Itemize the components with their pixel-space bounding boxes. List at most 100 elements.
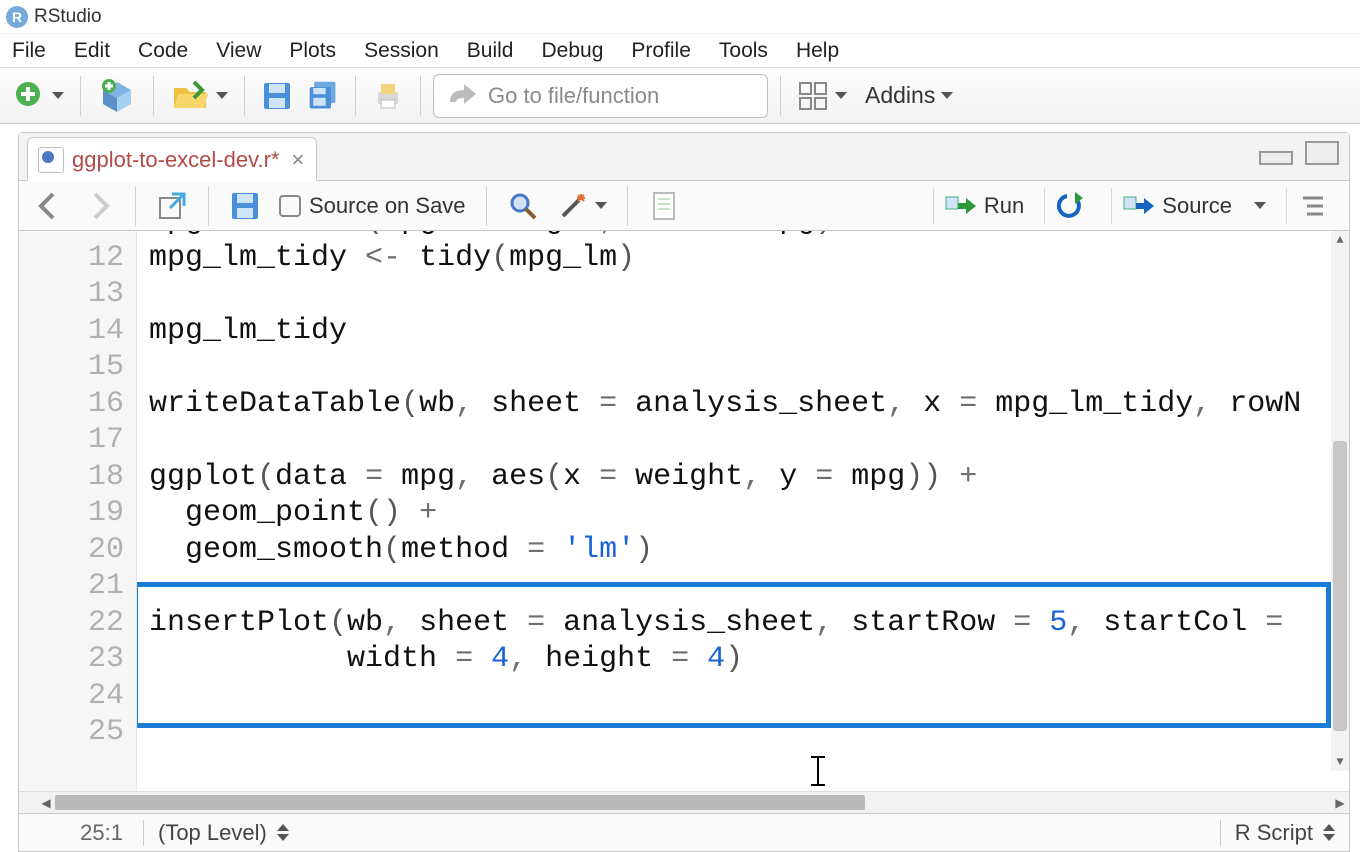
vertical-scroll-thumb[interactable] bbox=[1333, 441, 1347, 731]
source-button[interactable]: Source bbox=[1111, 188, 1276, 224]
compile-report-button[interactable] bbox=[644, 188, 684, 224]
line-number: 25 bbox=[19, 714, 124, 751]
toolbar-separator bbox=[627, 186, 628, 226]
scroll-left-arrow[interactable]: ◀ bbox=[37, 792, 55, 813]
new-project-button[interactable] bbox=[93, 76, 141, 116]
code-line[interactable] bbox=[137, 422, 1349, 459]
menu-debug[interactable]: Debug bbox=[527, 36, 617, 66]
chevron-down-icon bbox=[835, 92, 847, 99]
new-file-button[interactable] bbox=[10, 76, 68, 116]
scope-label: (Top Level) bbox=[158, 820, 267, 846]
grid-icon bbox=[797, 80, 829, 112]
text-cursor bbox=[817, 756, 819, 786]
arrow-right-icon bbox=[83, 190, 115, 222]
code-line[interactable] bbox=[137, 349, 1349, 386]
addins-label: Addins bbox=[865, 82, 935, 109]
menu-view[interactable]: View bbox=[202, 36, 275, 66]
filetype-selector[interactable]: R Script bbox=[1220, 820, 1335, 846]
toolbar-separator bbox=[244, 76, 245, 116]
magnifier-icon bbox=[507, 190, 539, 222]
horizontal-scrollbar[interactable]: ◀ ▶ bbox=[19, 791, 1349, 813]
scope-selector[interactable]: (Top Level) bbox=[143, 820, 303, 846]
toolbar-separator bbox=[135, 186, 136, 226]
line-number: 23 bbox=[19, 641, 124, 678]
notebook-icon bbox=[648, 190, 680, 222]
window-titlebar: R RStudio bbox=[0, 0, 1360, 34]
line-number: 17 bbox=[19, 422, 124, 459]
horizontal-scroll-thumb[interactable] bbox=[55, 795, 865, 810]
toolbar-separator bbox=[355, 76, 356, 116]
line-number: 18 bbox=[19, 459, 124, 496]
menu-profile[interactable]: Profile bbox=[617, 36, 705, 66]
chevron-down-icon bbox=[595, 202, 607, 209]
code-line[interactable]: mpg_lm <- lm(mpg ~ weight, data = mpg) bbox=[137, 231, 1349, 240]
code-line[interactable]: width = 4, height = 4) bbox=[137, 641, 1349, 678]
floppy-icon bbox=[261, 80, 293, 112]
new-plus-icon bbox=[14, 80, 46, 112]
floppy-icon bbox=[229, 190, 261, 222]
code-line[interactable] bbox=[137, 276, 1349, 313]
code-line[interactable]: insertPlot(wb, sheet = analysis_sheet, s… bbox=[137, 605, 1349, 642]
code-line[interactable]: mpg_lm_tidy bbox=[137, 313, 1349, 350]
maximize-pane-icon[interactable] bbox=[1305, 141, 1339, 165]
printer-icon bbox=[372, 80, 404, 112]
menu-help[interactable]: Help bbox=[782, 36, 853, 66]
source-toolbar: Source on Save Run Source bbox=[19, 181, 1349, 231]
editor-tab[interactable]: ggplot-to-excel-dev.r* × bbox=[27, 137, 317, 181]
toolbar-separator bbox=[420, 76, 421, 116]
code-line[interactable]: mpg_lm_tidy <- tidy(mpg_lm) bbox=[137, 240, 1349, 277]
code-line[interactable] bbox=[137, 568, 1349, 605]
close-tab-button[interactable]: × bbox=[291, 147, 304, 173]
source-on-save-label: Source on Save bbox=[309, 193, 466, 219]
rerun-icon bbox=[1057, 190, 1089, 222]
grid-button[interactable] bbox=[793, 76, 851, 116]
toolbar-separator bbox=[208, 186, 209, 226]
source-editor-pane: ggplot-to-excel-dev.r* × Source on Save bbox=[18, 132, 1350, 852]
scroll-down-arrow[interactable]: ▼ bbox=[1331, 753, 1349, 771]
code-line[interactable]: writeDataTable(wb, sheet = analysis_shee… bbox=[137, 386, 1349, 423]
show-in-new-window-button[interactable] bbox=[152, 188, 192, 224]
code-line[interactable]: ggplot(data = mpg, aes(x = weight, y = m… bbox=[137, 459, 1349, 496]
print-button[interactable] bbox=[368, 76, 408, 116]
nav-back-button[interactable] bbox=[29, 188, 69, 224]
save-button[interactable] bbox=[257, 76, 297, 116]
menu-tools[interactable]: Tools bbox=[705, 36, 782, 66]
chevron-down-icon bbox=[941, 92, 953, 99]
line-number: 15 bbox=[19, 349, 124, 386]
code-editor[interactable]: 111213141516171819202122232425 mpg_lm <-… bbox=[19, 231, 1349, 791]
goto-file-input[interactable]: Go to file/function bbox=[433, 74, 768, 118]
code-lines[interactable]: mpg_lm <- lm(mpg ~ weight, data = mpg)mp… bbox=[137, 231, 1349, 791]
menu-plots[interactable]: Plots bbox=[275, 36, 350, 66]
menu-file[interactable]: File bbox=[4, 36, 60, 66]
line-number: 13 bbox=[19, 276, 124, 313]
scroll-up-arrow[interactable]: ▲ bbox=[1331, 231, 1349, 249]
line-number: 14 bbox=[19, 313, 124, 350]
minimize-pane-icon[interactable] bbox=[1259, 151, 1293, 165]
addins-dropdown[interactable]: Addins bbox=[857, 82, 961, 109]
outline-button[interactable] bbox=[1286, 188, 1339, 224]
menu-code[interactable]: Code bbox=[124, 36, 202, 66]
open-file-button[interactable] bbox=[166, 76, 232, 116]
code-line[interactable]: geom_point() + bbox=[137, 495, 1349, 532]
source-on-save-toggle[interactable]: Source on Save bbox=[275, 188, 470, 224]
code-line[interactable] bbox=[137, 714, 1349, 751]
cursor-position: 25:1 bbox=[33, 820, 143, 846]
rerun-button[interactable] bbox=[1044, 188, 1101, 224]
code-line[interactable]: geom_smooth(method = 'lm') bbox=[137, 532, 1349, 569]
line-number: 21 bbox=[19, 568, 124, 605]
nav-forward-button[interactable] bbox=[79, 188, 119, 224]
vertical-scrollbar[interactable]: ▲ ▼ bbox=[1331, 231, 1349, 771]
find-replace-button[interactable] bbox=[503, 188, 543, 224]
menu-session[interactable]: Session bbox=[350, 36, 453, 66]
run-button[interactable]: Run bbox=[933, 188, 1034, 224]
line-number: 20 bbox=[19, 532, 124, 569]
menu-build[interactable]: Build bbox=[453, 36, 528, 66]
source-label: Source bbox=[1162, 193, 1232, 219]
code-tools-button[interactable] bbox=[553, 188, 611, 224]
scroll-right-arrow[interactable]: ▶ bbox=[1331, 792, 1349, 813]
menu-edit[interactable]: Edit bbox=[60, 36, 124, 66]
save-source-button[interactable] bbox=[225, 188, 265, 224]
code-line[interactable] bbox=[137, 678, 1349, 715]
save-all-button[interactable] bbox=[303, 76, 343, 116]
line-number: 24 bbox=[19, 678, 124, 715]
